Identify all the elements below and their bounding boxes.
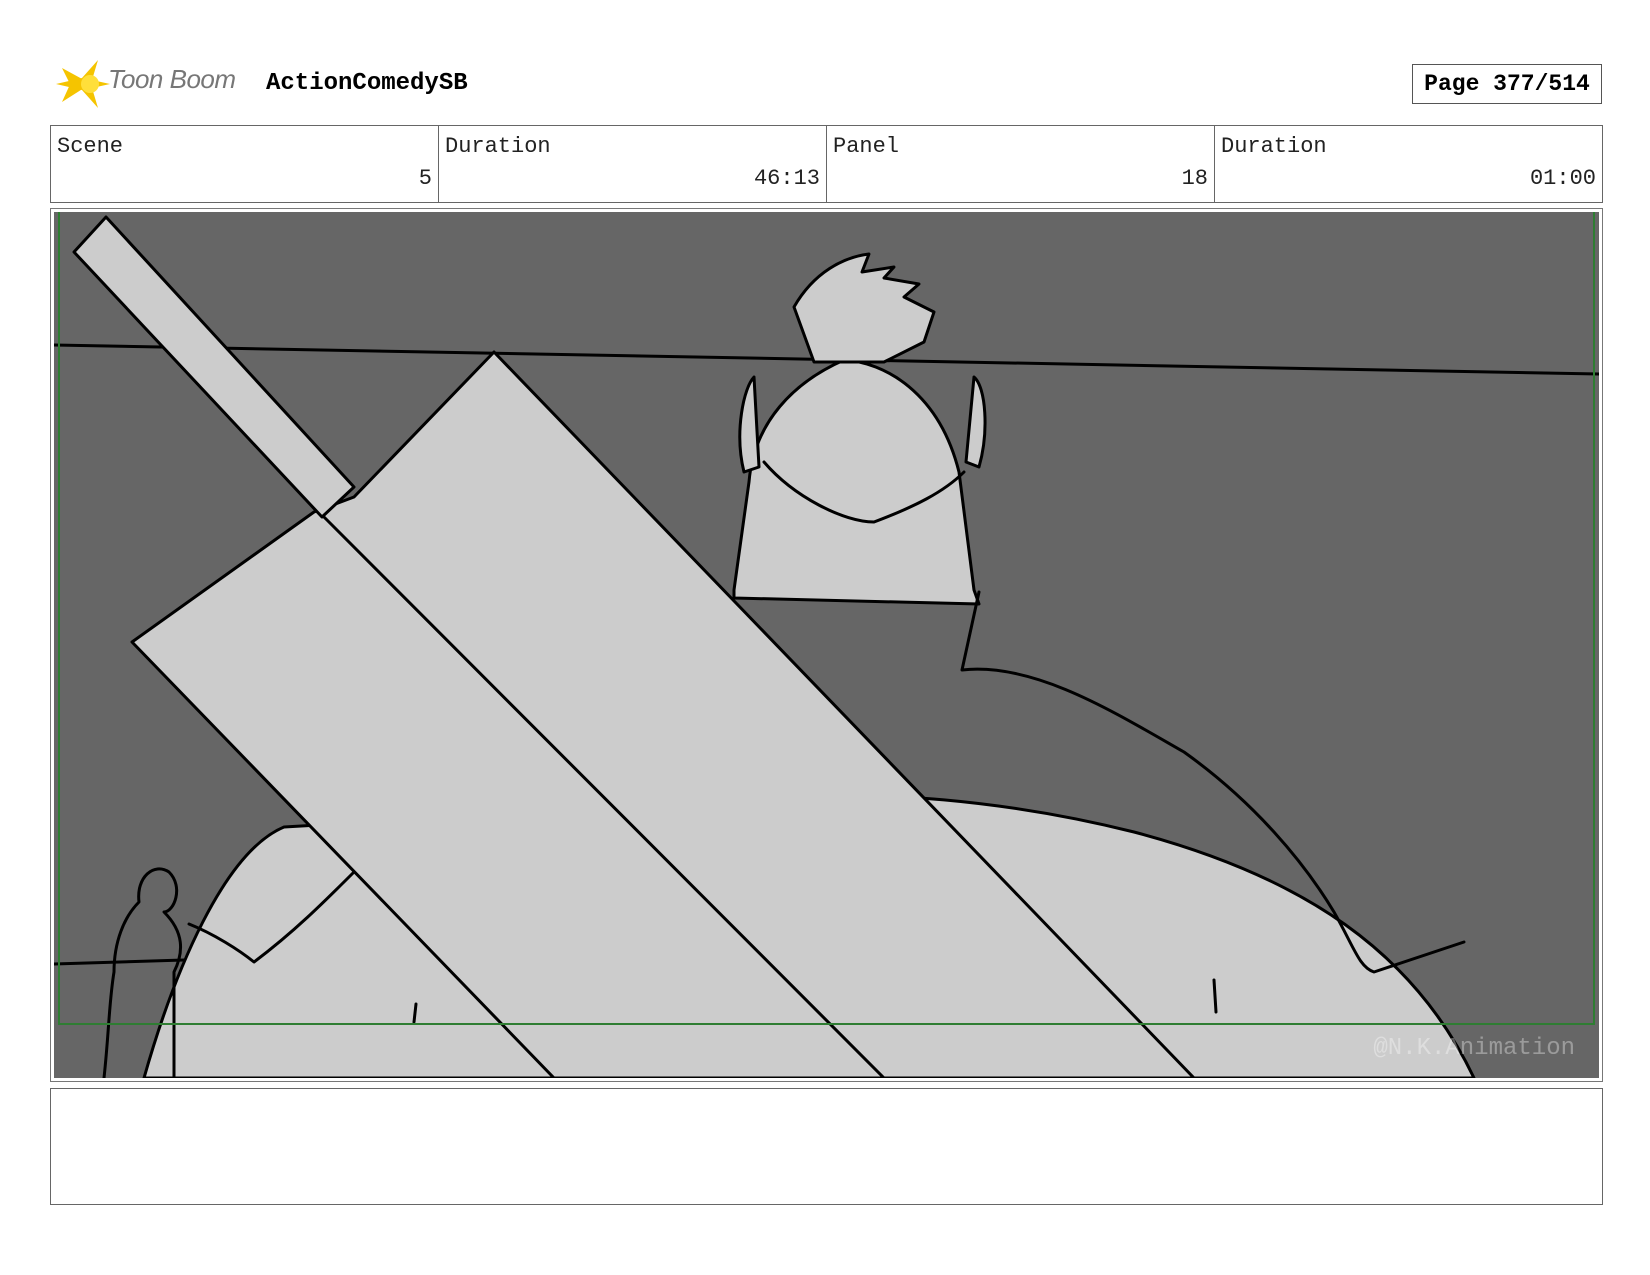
scene-duration-cell: Duration 46:13 — [439, 126, 827, 202]
panel-drawing — [54, 212, 1599, 1078]
storyboard-panel-image: @N.K.Animation — [54, 212, 1599, 1078]
notes-box — [50, 1088, 1603, 1205]
scene-label: Scene — [57, 134, 124, 159]
shirt-mark — [412, 1002, 418, 1024]
panel-info-row: Scene 5 Duration 46:13 Panel 18 Duration… — [50, 125, 1603, 203]
panel-duration-label: Duration — [1221, 134, 1327, 159]
panel-duration-value: 01:00 — [1529, 166, 1596, 191]
scene-duration-value: 46:13 — [753, 166, 820, 191]
project-title: ActionComedySB — [266, 70, 468, 97]
panel-duration-cell: Duration 01:00 — [1215, 126, 1602, 202]
panel-label: Panel — [833, 134, 900, 159]
scene-value: 5 — [418, 166, 432, 191]
panel-value: 18 — [1181, 166, 1208, 191]
shirt-crease — [1212, 978, 1218, 1014]
panel-cell: Panel 18 — [827, 126, 1215, 202]
scene-cell: Scene 5 — [51, 126, 439, 202]
page-indicator: Page 377/514 — [1412, 64, 1602, 104]
logo-text: Toon Boom — [108, 64, 236, 94]
watermark: @N.K.Animation — [1373, 1035, 1575, 1062]
scene-duration-label: Duration — [445, 134, 551, 159]
